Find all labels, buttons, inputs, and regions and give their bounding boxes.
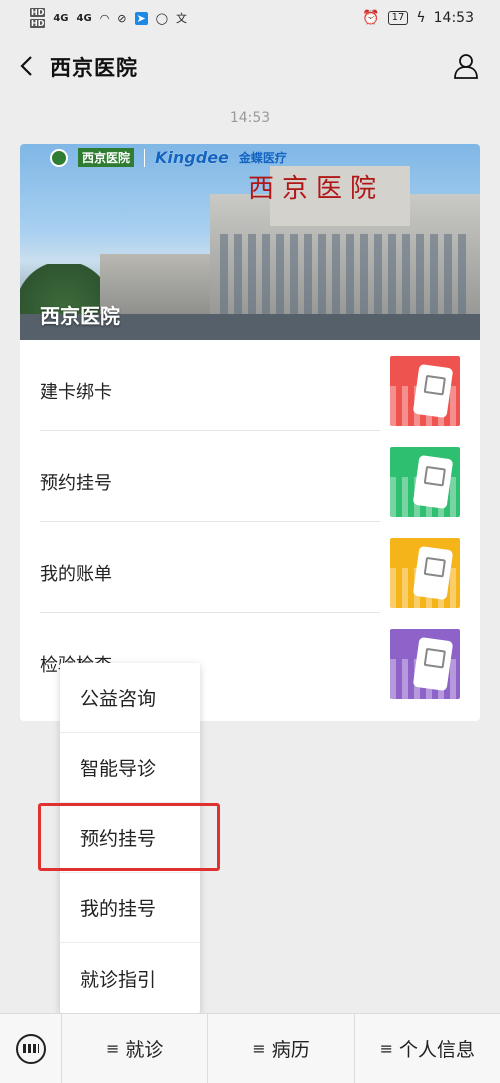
bottom-menu-bar: ≡ 就诊 ≡ 病历 ≡ 个人信息: [0, 1013, 500, 1083]
banner-windows: [220, 234, 470, 314]
signal-left-label: 4G: [53, 12, 69, 24]
logo-divider: [144, 148, 146, 167]
chevron-left-icon[interactable]: [16, 54, 38, 78]
menu-lines-icon: ≡: [252, 1039, 266, 1058]
translate-icon: 文: [176, 12, 188, 25]
logo-bar: 西京医院 Kingdee 金蝶医疗: [50, 148, 287, 167]
tab-records[interactable]: ≡ 病历: [208, 1013, 355, 1083]
list-item-label: 预约挂号: [40, 473, 112, 494]
tab-personal-info[interactable]: ≡ 个人信息: [355, 1014, 500, 1083]
menu-lines-icon: ≡: [105, 1039, 120, 1058]
signal-right-label: 4G: [76, 12, 92, 24]
tab-visit[interactable]: ≡ 就诊: [62, 1013, 209, 1083]
card-menu-list: 建卡绑卡 预约挂号 我的账单 检验检查: [40, 340, 480, 704]
wifi-icon: ◠: [99, 11, 110, 25]
status-bar: HD HD 4G 4G ◠ ⊘ ➤ ◯ 文 ⏰ 17 ϟ 14:53: [0, 0, 500, 36]
clock-time: 14:53: [433, 10, 474, 26]
title-bar: 西京医院: [0, 36, 500, 96]
bill-thumb-image: [390, 538, 460, 608]
message-icon: ◯: [155, 11, 169, 25]
location-icon: ➤: [134, 11, 148, 25]
status-left: HD HD 4G 4G ◠ ⊘ ➤ ◯ 文: [30, 7, 187, 29]
status-right: ⏰ 17 ϟ 14:53: [362, 10, 474, 26]
page-title: 西京医院: [50, 56, 138, 80]
hd-icon: HD HD: [30, 8, 46, 28]
exam-thumb-image: [390, 629, 460, 699]
tab-label: 就诊: [125, 1039, 164, 1061]
keyboard-toggle-button[interactable]: [0, 1013, 62, 1083]
tab-label: 病历: [271, 1039, 310, 1061]
chat-timestamp: 14:53: [229, 110, 271, 126]
partner-logo-text: Kingdee: [155, 148, 229, 167]
hospital-banner-image[interactable]: 西京医院 西京医院 Kingdee 金蝶医疗 西京医院: [20, 144, 480, 340]
battery-level: 17: [387, 11, 409, 25]
list-item-label: 我的账单: [40, 564, 112, 585]
card-thumb-image: [390, 356, 460, 426]
thumb-phone: [412, 545, 454, 601]
thumb-phone: [412, 363, 454, 419]
menu-item-public-consult[interactable]: 公益咨询: [60, 663, 200, 733]
hospital-logo-text: 西京医院: [78, 148, 135, 167]
list-item-label: 建卡绑卡: [40, 382, 112, 403]
registration-thumb-image: [390, 447, 460, 517]
partner-logo-suffix: 金蝶医疗: [238, 151, 287, 165]
menu-item-my-appointments[interactable]: 我的挂号: [60, 873, 200, 943]
thumb-phone: [412, 454, 454, 510]
charging-icon: ϟ: [416, 10, 426, 26]
list-item[interactable]: 预约挂号: [40, 431, 460, 522]
menu-item-visit-guide[interactable]: 就诊指引: [60, 943, 200, 1013]
list-item[interactable]: 我的账单: [40, 522, 460, 613]
menu-lines-icon: ≡: [379, 1039, 394, 1058]
keyboard-icon: [15, 1033, 46, 1064]
alarm-icon: ⏰: [362, 10, 380, 26]
list-item[interactable]: 建卡绑卡: [40, 340, 460, 431]
thumb-phone: [412, 636, 454, 692]
article-card[interactable]: 西京医院 西京医院 Kingdee 金蝶医疗 西京医院 建卡绑卡 预约挂号 我的: [20, 144, 480, 721]
popup-menu: 公益咨询 智能导诊 预约挂号 我的挂号 就诊指引: [60, 663, 200, 1013]
menu-item-smart-guide[interactable]: 智能导诊: [60, 733, 200, 803]
banner-caption: 西京医院: [40, 304, 120, 328]
tab-label: 个人信息: [399, 1039, 476, 1061]
sync-icon: ⊘: [117, 11, 127, 25]
roof-sign: 西京医院: [248, 174, 385, 204]
menu-item-book-appointment[interactable]: 预约挂号: [60, 803, 200, 873]
hospital-seal-icon: [50, 148, 68, 167]
person-icon[interactable]: [452, 52, 480, 80]
